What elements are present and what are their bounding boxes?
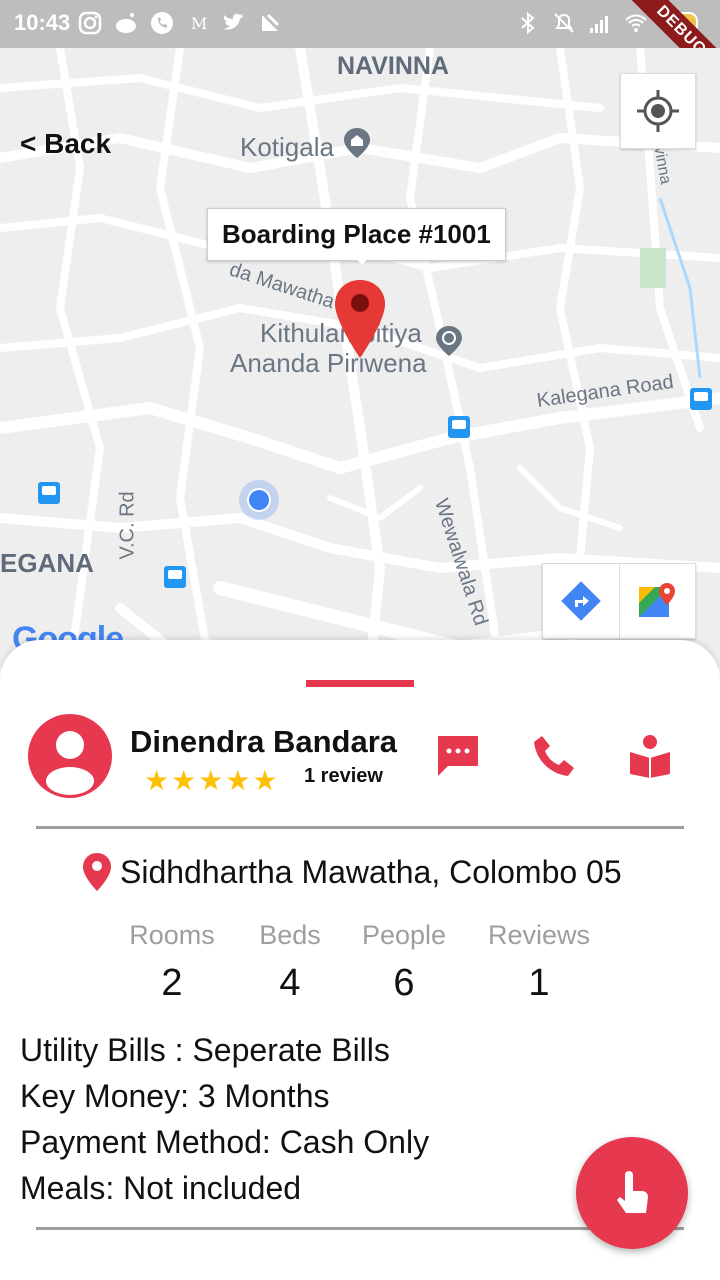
marker-info-window[interactable]: Boarding Place #1001 <box>207 208 506 261</box>
chat-icon <box>438 736 478 776</box>
map-label-navinna: NAVINNA <box>337 52 450 80</box>
google-maps-icon <box>639 583 676 617</box>
stat-label-reviews: Reviews <box>487 920 591 950</box>
map-label-vc-rd: V.C. Rd <box>116 491 139 560</box>
wifi-icon <box>625 14 647 32</box>
back-button[interactable]: < Back <box>20 128 111 160</box>
bus-stop-icon <box>690 388 712 410</box>
open-google-maps-button[interactable] <box>618 564 696 638</box>
my-location-icon <box>637 90 679 132</box>
temple-pin-icon <box>436 326 462 356</box>
signal-icon <box>590 16 608 33</box>
directions-icon <box>560 581 601 621</box>
whatsapp-icon <box>151 12 173 34</box>
avatar <box>28 714 112 798</box>
book-button[interactable] <box>626 732 674 780</box>
map-label-egana: EGANA <box>0 548 94 578</box>
stat-label-rooms: Rooms <box>129 920 215 950</box>
message-button[interactable] <box>434 732 482 780</box>
bus-stop-icon <box>448 416 470 438</box>
touch-icon <box>617 1171 648 1213</box>
reader-icon <box>630 735 670 778</box>
boarding-marker-pin-icon[interactable] <box>333 278 387 362</box>
info-window-tail <box>353 255 371 265</box>
svg-text:M: M <box>191 14 207 33</box>
twitter-icon <box>223 13 244 30</box>
owner-name: Dinendra Bandara <box>130 724 398 759</box>
bluetooth-icon <box>521 11 535 35</box>
reddit-icon <box>116 13 136 33</box>
rating-stars: ★★★★★ <box>144 765 280 796</box>
bus-stop-icon <box>164 566 186 588</box>
sheet-handle[interactable] <box>306 680 414 687</box>
directions-button[interactable] <box>543 564 619 638</box>
place-pin-icon <box>344 128 370 158</box>
detail-payment-method: Payment Method: Cash Only <box>20 1124 430 1160</box>
map-toolbar <box>542 563 696 639</box>
divider <box>36 1227 684 1230</box>
gmail-icon: M <box>191 14 207 33</box>
review-count[interactable]: 1 review <box>304 765 383 788</box>
tap-action-fab[interactable] <box>576 1137 688 1249</box>
my-location-button[interactable] <box>620 73 696 149</box>
location-pin-icon <box>83 853 111 891</box>
status-time: 10:43 <box>14 10 71 35</box>
divider <box>36 826 684 829</box>
mute-icon <box>554 13 574 33</box>
detail-key-money: Key Money: 3 Months <box>20 1078 330 1114</box>
map-view[interactable]: NAVINNA Kotigala da Mawatha Kithulambiti… <box>0 48 720 668</box>
detail-meals: Meals: Not included <box>20 1170 302 1206</box>
feedly-icon <box>262 13 280 31</box>
stat-value-beds: 4 <box>279 962 301 1004</box>
instagram-icon <box>78 11 102 35</box>
map-label-ananda-piriwena: Ananda Piriwena <box>230 348 427 378</box>
notification-icons: M <box>78 11 282 35</box>
bus-stop-icon <box>38 482 60 504</box>
stat-value-rooms: 2 <box>161 962 183 1004</box>
current-location-dot <box>239 480 279 520</box>
address-text: Sidhdhartha Mawatha, Colombo 05 <box>120 853 622 890</box>
call-button[interactable] <box>530 732 578 780</box>
status-bar: 10:43 M 84 DEBUG <box>0 0 720 101</box>
map-label-kotigala: Kotigala <box>240 132 334 162</box>
address-row: Sidhdhartha Mawatha, Colombo 05 <box>82 852 622 892</box>
phone-icon <box>534 736 574 776</box>
stat-value-people: 6 <box>393 962 415 1004</box>
stat-value-reviews: 1 <box>528 962 550 1004</box>
person-icon <box>46 731 94 795</box>
stat-label-people: People <box>361 920 447 950</box>
detail-utility-bills: Utility Bills : Seperate Bills <box>20 1032 390 1068</box>
stat-label-beds: Beds <box>259 920 321 950</box>
